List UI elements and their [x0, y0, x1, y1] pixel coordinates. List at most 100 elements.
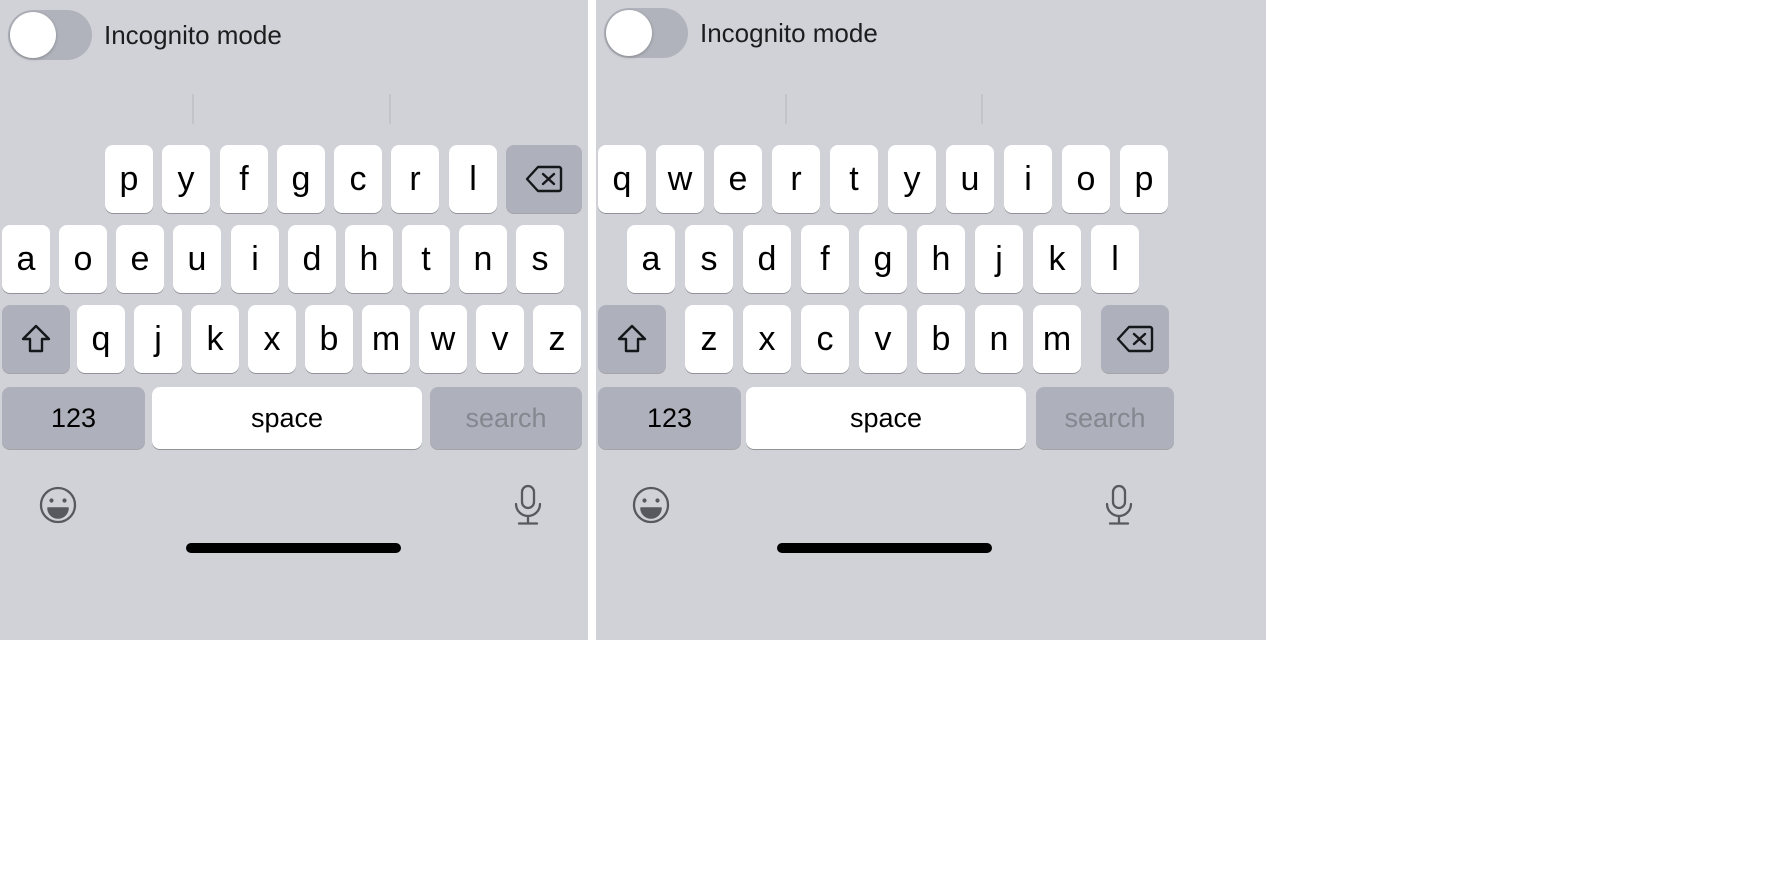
key-r[interactable]: r — [391, 145, 439, 213]
key-c[interactable]: c — [334, 145, 382, 213]
key-m[interactable]: m — [1033, 305, 1081, 373]
keyboard-row: 123 space search — [596, 387, 1266, 449]
key-n[interactable]: n — [975, 305, 1023, 373]
panel-divider — [588, 0, 596, 640]
suggestion-separator-tick — [785, 94, 787, 124]
key-c[interactable]: c — [801, 305, 849, 373]
key-e[interactable]: e — [714, 145, 762, 213]
home-indicator — [777, 543, 992, 553]
key-u[interactable]: u — [173, 225, 221, 293]
backspace-key[interactable] — [1101, 305, 1169, 373]
key-h[interactable]: h — [345, 225, 393, 293]
key-w[interactable]: w — [419, 305, 467, 373]
keyboard-row: a s d f g h j k l — [596, 225, 1266, 293]
space-key[interactable]: space — [152, 387, 422, 449]
incognito-mode-label: Incognito mode — [700, 17, 878, 48]
shift-icon — [617, 323, 647, 355]
key-f[interactable]: f — [801, 225, 849, 293]
emoji-icon[interactable] — [38, 485, 78, 530]
screenshot-canvas: Incognito mode p y f g c r l a o e u i d… — [0, 0, 1786, 874]
incognito-mode-switch[interactable] — [604, 8, 688, 58]
backspace-key[interactable] — [506, 145, 582, 213]
search-return-key[interactable]: search — [430, 387, 582, 449]
key-p[interactable]: p — [105, 145, 153, 213]
switch-knob — [606, 10, 652, 56]
emoji-icon[interactable] — [631, 485, 671, 530]
key-b[interactable]: b — [305, 305, 353, 373]
microphone-icon[interactable] — [508, 483, 548, 534]
suggestion-separator-tick — [192, 94, 194, 124]
home-indicator — [186, 543, 401, 553]
key-v[interactable]: v — [476, 305, 524, 373]
key-y[interactable]: y — [888, 145, 936, 213]
backspace-icon — [524, 164, 564, 194]
space-key[interactable]: space — [746, 387, 1026, 449]
key-s[interactable]: s — [685, 225, 733, 293]
suggestion-separator-tick — [389, 94, 391, 124]
key-o[interactable]: o — [59, 225, 107, 293]
key-j[interactable]: j — [134, 305, 182, 373]
key-f[interactable]: f — [220, 145, 268, 213]
keyboard-row: a o e u i d h t n s — [0, 225, 588, 293]
key-j[interactable]: j — [975, 225, 1023, 293]
key-k[interactable]: k — [1033, 225, 1081, 293]
microphone-icon[interactable] — [1099, 483, 1139, 534]
shift-key[interactable] — [2, 305, 70, 373]
key-w[interactable]: w — [656, 145, 704, 213]
key-n[interactable]: n — [459, 225, 507, 293]
onscreen-keyboard-qwerty[interactable]: q w e r t y u i o p a s d f g h j k l z … — [596, 145, 1266, 449]
key-d[interactable]: d — [743, 225, 791, 293]
key-e[interactable]: e — [116, 225, 164, 293]
key-a[interactable]: a — [627, 225, 675, 293]
key-s[interactable]: s — [516, 225, 564, 293]
key-b[interactable]: b — [917, 305, 965, 373]
key-x[interactable]: x — [248, 305, 296, 373]
key-y[interactable]: y — [162, 145, 210, 213]
key-q[interactable]: q — [77, 305, 125, 373]
suggestion-separator-tick — [981, 94, 983, 124]
backspace-icon — [1115, 324, 1155, 354]
key-l[interactable]: l — [1091, 225, 1139, 293]
keyboard-row: 123 space search — [0, 387, 588, 449]
key-v[interactable]: v — [859, 305, 907, 373]
key-t[interactable]: t — [402, 225, 450, 293]
incognito-mode-label: Incognito mode — [104, 19, 282, 50]
key-d[interactable]: d — [288, 225, 336, 293]
key-r[interactable]: r — [772, 145, 820, 213]
incognito-mode-toggle-row[interactable]: Incognito mode — [604, 8, 878, 58]
key-m[interactable]: m — [362, 305, 410, 373]
key-z[interactable]: z — [533, 305, 581, 373]
shift-key[interactable] — [598, 305, 666, 373]
key-p[interactable]: p — [1120, 145, 1168, 213]
key-i[interactable]: i — [1004, 145, 1052, 213]
search-return-key[interactable]: search — [1036, 387, 1174, 449]
keyboard-row: q j k x b m w v z — [0, 305, 588, 373]
switch-knob — [10, 12, 56, 58]
numeric-mode-key[interactable]: 123 — [2, 387, 145, 449]
keyboard-utility-row — [596, 475, 1266, 545]
key-k[interactable]: k — [191, 305, 239, 373]
keyboard-row: z x c v b n m — [596, 305, 1266, 373]
key-q[interactable]: q — [598, 145, 646, 213]
incognito-mode-toggle-row[interactable]: Incognito mode — [8, 10, 282, 60]
keyboard-row: q w e r t y u i o p — [596, 145, 1266, 213]
device-panel-right: Incognito mode q w e r t y u i o p a s d… — [596, 0, 1266, 640]
keyboard-row: p y f g c r l — [0, 145, 588, 213]
key-o[interactable]: o — [1062, 145, 1110, 213]
shift-icon — [21, 323, 51, 355]
onscreen-keyboard-dvorak[interactable]: p y f g c r l a o e u i d h t n s q j k … — [0, 145, 588, 449]
key-x[interactable]: x — [743, 305, 791, 373]
device-panel-left: Incognito mode p y f g c r l a o e u i d… — [0, 0, 588, 640]
key-h[interactable]: h — [917, 225, 965, 293]
incognito-mode-switch[interactable] — [8, 10, 92, 60]
key-u[interactable]: u — [946, 145, 994, 213]
keyboard-utility-row — [0, 475, 588, 545]
key-z[interactable]: z — [685, 305, 733, 373]
key-g[interactable]: g — [859, 225, 907, 293]
key-t[interactable]: t — [830, 145, 878, 213]
key-g[interactable]: g — [277, 145, 325, 213]
key-a[interactable]: a — [2, 225, 50, 293]
key-l[interactable]: l — [449, 145, 497, 213]
key-i[interactable]: i — [231, 225, 279, 293]
numeric-mode-key[interactable]: 123 — [598, 387, 741, 449]
